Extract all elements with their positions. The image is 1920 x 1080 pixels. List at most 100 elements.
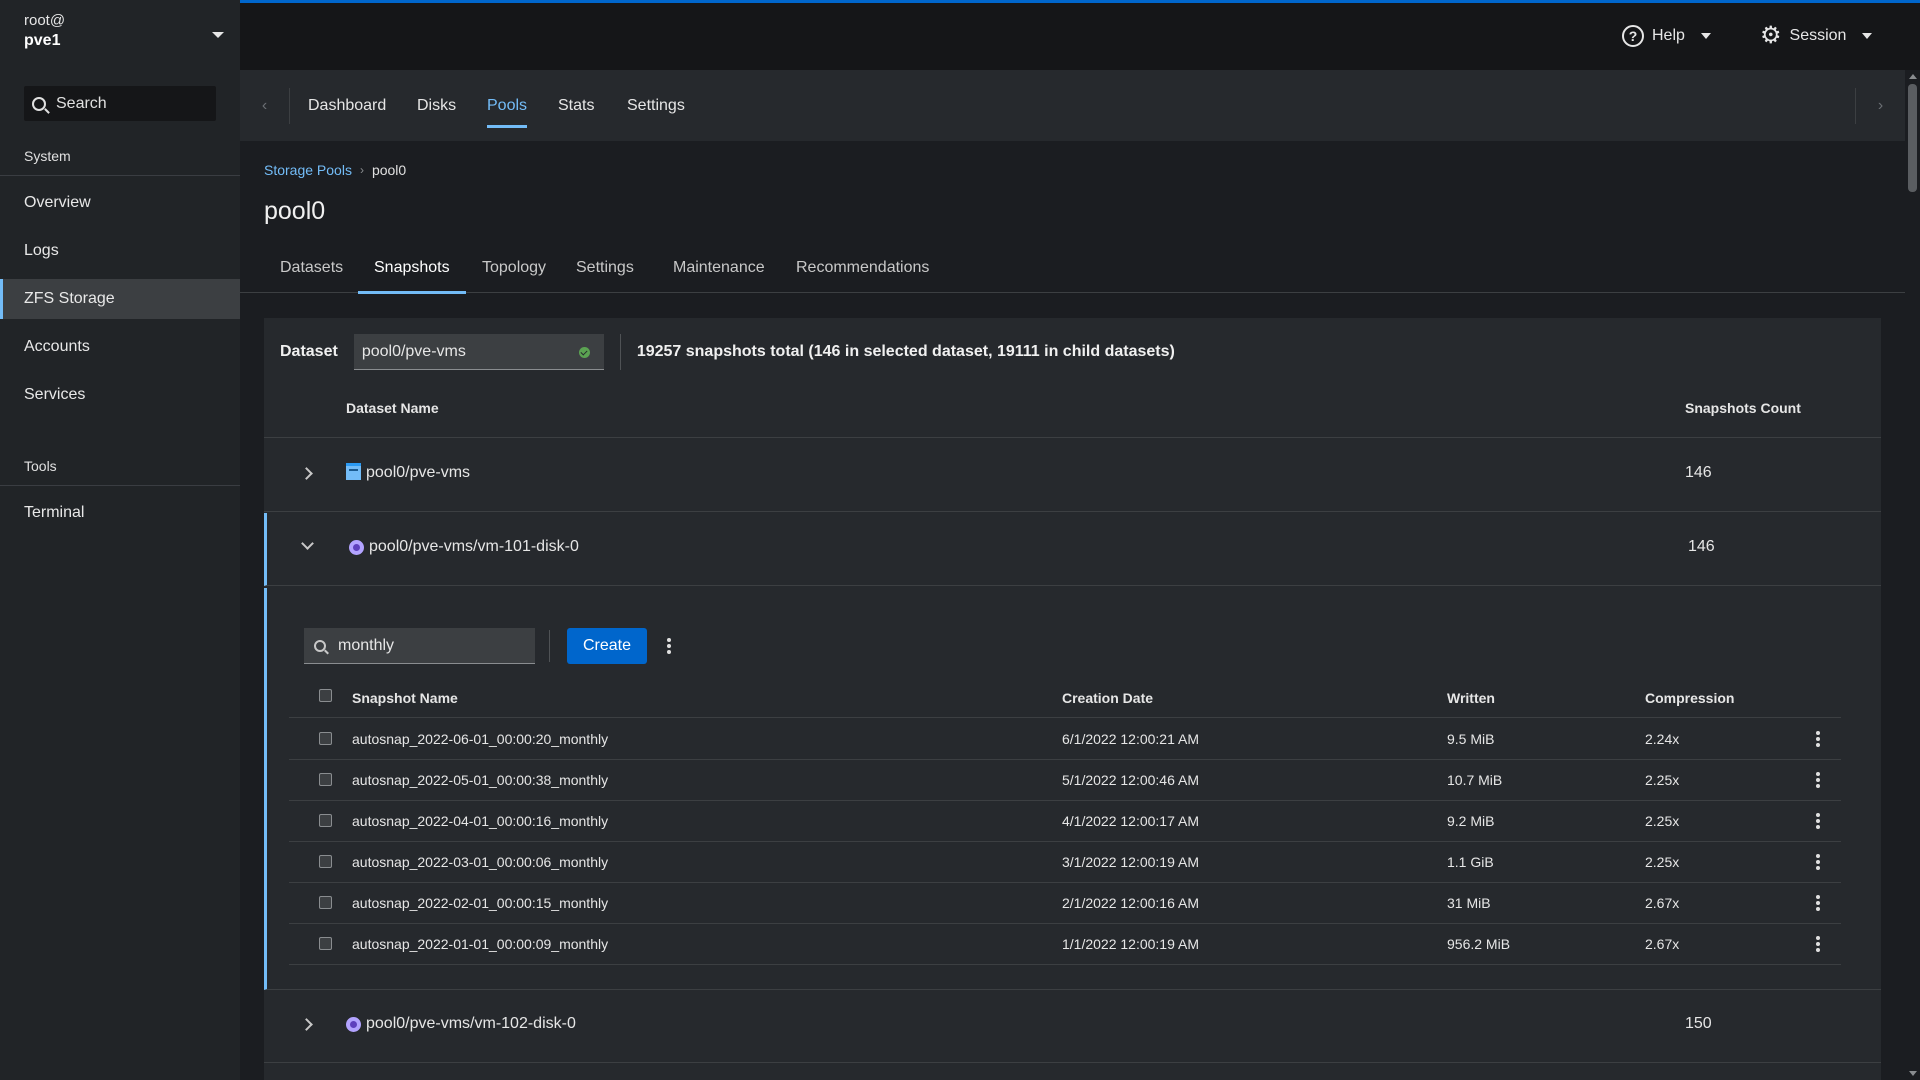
snapshot-written: 9.5 MiB [1447, 731, 1495, 747]
row-checkbox[interactable] [319, 855, 332, 868]
page-scrollbar[interactable] [1905, 70, 1920, 1080]
row-kebab-menu-icon[interactable] [1816, 813, 1820, 829]
host-user: root@ [24, 12, 66, 29]
sidebar-item-zfs-storage[interactable]: ZFS Storage [0, 279, 240, 319]
snapshot-compression: 2.25x [1645, 813, 1680, 829]
divider [619, 334, 621, 370]
tab-pools[interactable]: Pools [487, 70, 528, 142]
sidebar-item-services[interactable]: Services [0, 375, 240, 415]
snapshot-name: autosnap_2022-06-01_00:00:20_monthly [352, 731, 609, 747]
session-menu-button[interactable]: ⚙ Session [1760, 22, 1873, 49]
scroll-left-button[interactable]: ‹ [240, 88, 290, 124]
tab-topology[interactable]: Topology [466, 242, 562, 293]
table-row: autosnap_2022-04-01_00:00:16_monthly 4/1… [289, 801, 1841, 842]
snapshot-compression: 2.25x [1645, 772, 1680, 788]
tab-snapshots[interactable]: Snapshots [358, 242, 466, 294]
chevron-right-icon[interactable] [300, 1018, 313, 1031]
tab-settings[interactable]: Settings [627, 70, 685, 142]
chevron-right-icon: › [1877, 97, 1884, 114]
sidebar-item-terminal[interactable]: Terminal [0, 493, 240, 533]
module-tabs: ‹ Dashboard Disks Pools Stats Settings › [240, 70, 1905, 142]
dataset-name: pool0/pve-vms/vm-102-disk-0 [346, 1015, 576, 1033]
caret-down-icon [1700, 33, 1711, 39]
row-kebab-menu-icon[interactable] [1816, 936, 1820, 952]
caret-down-icon [1862, 33, 1873, 39]
row-checkbox[interactable] [319, 732, 332, 745]
snapshot-name: autosnap_2022-01-01_00:00:09_monthly [352, 936, 609, 952]
dataset-table-header: Dataset Name Snapshots Count [264, 378, 1881, 438]
column-written: Written [1447, 690, 1495, 706]
host-name: pve1 [24, 32, 61, 49]
kebab-menu-icon[interactable] [667, 638, 671, 654]
sidebar-item-overview[interactable]: Overview [0, 183, 240, 223]
search-icon [32, 96, 46, 111]
column-snapshots-count: Snapshots Count [1685, 400, 1801, 416]
breadcrumb-storage-pools[interactable]: Storage Pools [264, 162, 352, 178]
sidebar-item-logs[interactable]: Logs [0, 231, 240, 271]
page-title: pool0 [264, 197, 326, 225]
sidebar-search-label: Search [56, 94, 107, 112]
row-checkbox[interactable] [319, 896, 332, 909]
snapshot-search-input[interactable]: monthly [304, 628, 535, 664]
snapshot-written: 956.2 MiB [1447, 936, 1511, 952]
column-creation-date: Creation Date [1062, 690, 1154, 706]
dataset-select[interactable]: pool0/pve-vms [353, 334, 604, 370]
create-snapshot-button[interactable]: Create [567, 628, 647, 664]
scroll-up-icon[interactable] [1909, 74, 1917, 79]
dataset-row: pool0/pve-vms/vm-102-disk-0 150 [264, 990, 1881, 1063]
table-row: autosnap_2022-05-01_00:00:38_monthly 5/1… [289, 760, 1841, 801]
row-kebab-menu-icon[interactable] [1816, 731, 1820, 747]
dataset-name-text: pool0/pve-vms/vm-101-disk-0 [369, 538, 579, 555]
breadcrumb: Storage Pools › pool0 [264, 162, 406, 178]
row-checkbox[interactable] [319, 937, 332, 950]
row-kebab-menu-icon[interactable] [1816, 895, 1820, 911]
gear-icon: ⚙ [1760, 22, 1782, 49]
sidebar-divider [0, 175, 240, 176]
snapshot-search-value: monthly [338, 636, 395, 654]
toolbar-divider [549, 630, 550, 662]
top-bar: ? Help ⚙ Session [240, 0, 1920, 70]
host-switcher[interactable]: root@ pve1 [24, 12, 224, 60]
row-kebab-menu-icon[interactable] [1816, 854, 1820, 870]
chevron-right-icon[interactable] [300, 467, 313, 480]
scrollbar-thumb[interactable] [1908, 84, 1917, 192]
tab-maintenance[interactable]: Maintenance [657, 242, 781, 293]
volume-icon [346, 1016, 361, 1032]
snapshot-date: 6/1/2022 12:00:21 AM [1062, 731, 1199, 747]
chevron-down-icon[interactable] [301, 537, 314, 550]
select-all-checkbox[interactable] [319, 689, 332, 702]
tab-pool-settings[interactable]: Settings [560, 242, 650, 293]
tab-dashboard[interactable]: Dashboard [308, 70, 386, 142]
volume-icon [349, 539, 364, 555]
snapshot-compression: 2.67x [1645, 895, 1680, 911]
snapshot-name: autosnap_2022-02-01_00:00:15_monthly [352, 895, 609, 911]
snapshot-date: 3/1/2022 12:00:19 AM [1062, 854, 1199, 870]
sidebar-item-accounts[interactable]: Accounts [0, 327, 240, 367]
snapshot-date: 5/1/2022 12:00:46 AM [1062, 772, 1199, 788]
snapshots-panel: Dataset pool0/pve-vms 19257 snapshots to… [264, 318, 1881, 1080]
tab-recommendations[interactable]: Recommendations [780, 242, 945, 293]
tab-stats[interactable]: Stats [558, 70, 594, 142]
snapshot-name: autosnap_2022-03-01_00:00:06_monthly [352, 854, 609, 870]
snapshot-compression: 2.24x [1645, 731, 1680, 747]
main-content: Storage Pools › pool0 pool0 Datasets Sna… [240, 142, 1905, 1080]
scroll-down-icon[interactable] [1909, 1071, 1917, 1076]
scroll-right-button[interactable]: › [1855, 88, 1905, 124]
tab-disks[interactable]: Disks [417, 70, 456, 142]
sidebar-divider [0, 485, 240, 486]
snapshot-summary: 19257 snapshots total (146 in selected d… [636, 343, 1175, 360]
breadcrumb-current: pool0 [371, 162, 407, 178]
chevron-right-icon: › [359, 163, 364, 177]
help-icon: ? [1622, 25, 1644, 47]
row-checkbox[interactable] [319, 773, 332, 786]
caret-down-icon [212, 32, 224, 38]
row-checkbox[interactable] [319, 814, 332, 827]
tab-datasets[interactable]: Datasets [264, 242, 359, 293]
sidebar-search[interactable]: Search [24, 86, 216, 121]
dataset-row: pool0/pve-vms 146 [264, 439, 1881, 512]
snapshot-written: 31 MiB [1447, 895, 1491, 911]
help-menu-button[interactable]: ? Help [1622, 25, 1711, 47]
row-kebab-menu-icon[interactable] [1816, 772, 1820, 788]
dataset-name: pool0/pve-vms/vm-101-disk-0 [349, 538, 579, 556]
snapshot-compression: 2.25x [1645, 854, 1680, 870]
